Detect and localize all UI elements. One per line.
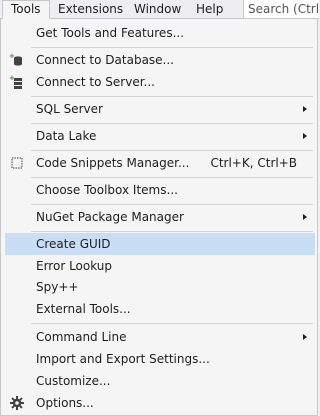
menu-item-label: External Tools... [36,302,131,316]
server-plus-icon: + [9,74,22,89]
menu-item-import-export[interactable]: Import and Export Settings... [5,348,315,370]
menu-item-label: SQL Server [36,102,103,116]
chevron-right-icon [303,214,307,220]
menu-item-label: Code Snippets Manager... [36,156,190,170]
menu-extensions[interactable]: Extensions [50,0,131,18]
menu-item-sql-server[interactable]: SQL Server [5,98,315,120]
menu-item-label: Spy++ [36,280,79,294]
menu-item-data-lake[interactable]: Data Lake [5,125,315,147]
menu-item-label: Customize... [36,374,111,388]
menu-window[interactable]: Window [126,0,189,18]
menu-item-connect-server[interactable]: + Connect to Server... [5,71,315,93]
menu-item-label: Choose Toolbox Items... [36,183,178,197]
separator [31,150,313,151]
gear-icon [10,396,24,410]
tools-menu: Get Tools and Features... + Connect to D… [0,18,318,416]
menu-item-label: Connect to Server... [36,75,155,89]
separator [31,47,313,48]
separator [31,177,313,178]
chevron-right-icon [303,334,307,340]
menu-item-label: Import and Export Settings... [36,352,210,366]
menu-item-code-snippets[interactable]: Code Snippets Manager... Ctrl+K, Ctrl+B [5,152,315,174]
separator [31,204,313,205]
menu-item-label: Connect to Database... [36,53,174,67]
menu-item-nuget[interactable]: NuGet Package Manager [5,206,315,228]
chevron-right-icon [303,106,307,112]
separator [31,231,313,232]
menu-item-customize[interactable]: Customize... [5,370,315,392]
database-plus-icon: + [9,52,22,66]
menu-item-connect-database[interactable]: + Connect to Database... [5,49,315,71]
menu-tools[interactable]: Tools [2,0,50,19]
separator [31,96,313,97]
menu-item-command-line[interactable]: Command Line [5,326,315,348]
menu-bar: Tools Extensions Window Help Search (Ctr… [0,0,319,19]
menu-item-create-guid[interactable]: Create GUID [5,233,315,255]
menu-item-get-tools[interactable]: Get Tools and Features... [5,22,315,44]
menu-item-label: Data Lake [36,129,97,143]
menu-item-options[interactable]: Options... [5,392,315,414]
search-input[interactable]: Search (Ctrl+Q) [243,0,319,18]
menu-item-label: Options... [36,396,94,410]
menu-item-external-tools[interactable]: External Tools... [5,298,315,320]
menu-item-label: Get Tools and Features... [36,26,185,40]
menu-item-shortcut: Ctrl+K, Ctrl+B [210,156,297,170]
separator [31,123,313,124]
menu-item-label: Create GUID [36,237,111,251]
menu-item-choose-toolbox[interactable]: Choose Toolbox Items... [5,179,315,201]
menu-item-label: NuGet Package Manager [36,210,184,224]
menu-item-error-lookup[interactable]: Error Lookup [5,255,315,277]
menu-item-spy[interactable]: Spy++ [5,276,315,298]
separator [31,323,313,324]
menu-item-label: Command Line [36,330,127,344]
snippet-icon [11,157,23,169]
menu-help[interactable]: Help [188,0,231,18]
menu-item-label: Error Lookup [36,259,113,273]
chevron-right-icon [303,133,307,139]
